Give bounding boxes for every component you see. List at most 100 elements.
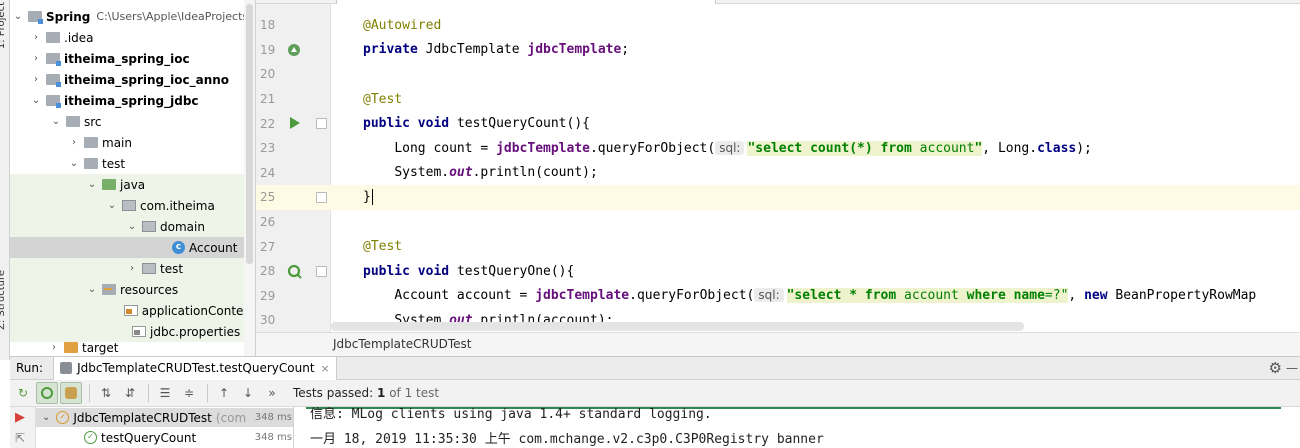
tree-item-idea[interactable]: › .idea: [10, 27, 255, 48]
chevron-right-icon[interactable]: ›: [30, 53, 42, 64]
code-line[interactable]: 19 private JdbcTemplate jdbcTemplate;: [256, 38, 1300, 63]
scrollbar-thumb[interactable]: [246, 4, 253, 264]
module-folder-icon: [46, 74, 61, 87]
chevron-down-icon[interactable]: ⌄: [50, 116, 62, 127]
code-line[interactable]: 22 public void testQueryCount(){: [256, 111, 1300, 136]
collapse-all-icon[interactable]: ≑: [178, 382, 200, 404]
test-case-row[interactable]: ✓ testQueryCount 348 ms: [36, 428, 293, 447]
show-passed-icon[interactable]: [36, 382, 58, 404]
tree-item-src[interactable]: ⌄ src: [10, 111, 255, 132]
parameter-hint: sql:: [754, 288, 784, 303]
folder-icon: [84, 137, 98, 148]
chevron-right-icon[interactable]: ›: [30, 74, 42, 85]
tree-item-account[interactable]: c Account: [10, 237, 255, 258]
tree-item-ioc-anno[interactable]: › itheima_spring_ioc_anno: [10, 69, 255, 90]
folder-icon: [84, 158, 98, 169]
breadcrumb[interactable]: JdbcTemplateCRUDTest: [256, 332, 1300, 356]
active-editor-tab-edge[interactable]: [336, 0, 716, 4]
fold-marker-icon[interactable]: [316, 192, 327, 204]
line-number: 18: [260, 18, 276, 33]
previous-icon[interactable]: ↑: [213, 382, 235, 404]
console-output[interactable]: 信息: MLog clients using java 1.4+ standar…: [294, 407, 1300, 448]
fold-marker-icon[interactable]: [316, 118, 327, 130]
package-icon: [142, 221, 156, 232]
tree-item-java[interactable]: ⌄ java: [10, 174, 255, 195]
project-path: C:\Users\Apple\IdeaProjects: [96, 10, 249, 23]
autowired-navigate-icon[interactable]: [286, 42, 302, 58]
module-folder-icon: [46, 53, 61, 66]
chevron-right-icon[interactable]: ›: [30, 32, 42, 43]
code-line[interactable]: 24 System.out.println(count);: [256, 161, 1300, 186]
export-icon[interactable]: ⇱: [15, 431, 25, 445]
tree-item-main[interactable]: › main: [10, 132, 255, 153]
parameter-hint: sql:: [715, 140, 745, 155]
rerun-icon[interactable]: ↻: [12, 382, 34, 404]
tree-item-com-itheima[interactable]: ⌄ com.itheima: [10, 195, 255, 216]
close-icon[interactable]: ×: [321, 362, 330, 375]
tree-item-target[interactable]: › target: [10, 337, 255, 356]
module-folder-icon: [46, 95, 61, 108]
editor-horizontal-scrollbar[interactable]: [331, 322, 1024, 331]
console-line: 信息: MLog clients using java 1.4+ standar…: [310, 407, 712, 422]
chevron-down-icon[interactable]: ⌄: [30, 95, 42, 106]
line-number: 19: [260, 42, 276, 57]
expand-all-icon[interactable]: ☰: [154, 382, 176, 404]
chevron-down-icon[interactable]: ⌄: [86, 179, 98, 190]
line-number: 29: [260, 288, 276, 303]
package-icon: [122, 200, 136, 211]
test-suite-row[interactable]: ⌄ ✓ JdbcTemplateCRUDTest (com 348 ms: [36, 408, 293, 427]
tree-item-application-context[interactable]: applicationContext: [10, 300, 255, 321]
tree-item-test-pkg[interactable]: › test: [10, 258, 255, 279]
test-config-icon: [60, 362, 73, 374]
more-icon[interactable]: »: [261, 382, 283, 404]
tree-item-jdbc[interactable]: ⌄ itheima_spring_jdbc: [10, 90, 255, 111]
chevron-down-icon[interactable]: ⌄: [126, 221, 138, 232]
chevron-down-icon[interactable]: ⌄: [42, 412, 50, 423]
stop-rerun-failed-icon[interactable]: ▶: [15, 410, 25, 425]
show-ignored-icon[interactable]: [60, 382, 82, 404]
run-tab[interactable]: JdbcTemplateCRUDTest.testQueryCount ×: [53, 356, 337, 380]
code-line[interactable]: 21 @Test: [256, 87, 1300, 112]
chevron-down-icon[interactable]: ⌄: [12, 11, 24, 22]
package-icon: [142, 263, 156, 274]
code-line-current[interactable]: 25 }: [256, 185, 1300, 210]
minimize-icon[interactable]: —: [1286, 361, 1298, 375]
code-line[interactable]: 20: [256, 62, 1300, 87]
code-line[interactable]: 28 public void testQueryOne(){: [256, 259, 1300, 284]
code-editor[interactable]: 18 @Autowired 19 private JdbcTemplate jd…: [255, 0, 1300, 356]
code-line[interactable]: 26: [256, 210, 1300, 235]
line-number: 25: [260, 190, 276, 205]
next-icon[interactable]: ↓: [237, 382, 259, 404]
code-line[interactable]: 18 @Autowired: [256, 13, 1300, 38]
sort-alpha-icon[interactable]: ⇅: [95, 382, 117, 404]
chevron-down-icon[interactable]: ⌄: [86, 284, 98, 295]
project-tree-scrollbar[interactable]: [244, 0, 255, 356]
folder-icon: [46, 32, 60, 43]
chevron-right-icon[interactable]: ›: [68, 137, 80, 148]
line-number: 28: [260, 264, 276, 279]
run-test-icon[interactable]: [286, 115, 302, 131]
line-number: 24: [260, 165, 276, 180]
xml-file-icon: [123, 305, 138, 316]
tree-item-resources[interactable]: ⌄ resources: [10, 279, 255, 300]
chevron-right-icon[interactable]: ›: [126, 263, 138, 274]
fold-marker-icon[interactable]: [316, 266, 327, 277]
code-line[interactable]: 29 Account account = jdbcTemplate.queryF…: [256, 284, 1300, 309]
tree-item-spring[interactable]: ⌄ Spring C:\Users\Apple\IdeaProjects: [10, 6, 255, 27]
test-status: Tests passed: 1 of 1 test: [293, 386, 440, 400]
tree-item-domain[interactable]: ⌄ domain: [10, 216, 255, 237]
test-source-folder-icon: [102, 179, 116, 190]
sort-duration-icon[interactable]: ⇵: [119, 382, 141, 404]
chevron-down-icon[interactable]: ⌄: [68, 158, 80, 169]
tree-item-ioc[interactable]: › itheima_spring_ioc: [10, 48, 255, 69]
folder-icon: [66, 116, 80, 127]
chevron-right-icon[interactable]: ›: [48, 342, 60, 353]
tree-item-test[interactable]: ⌄ test: [10, 153, 255, 174]
gear-icon[interactable]: ⚙: [1269, 359, 1282, 377]
chevron-down-icon[interactable]: ⌄: [106, 200, 118, 211]
code-line[interactable]: 27 @Test: [256, 234, 1300, 259]
rerun-test-icon[interactable]: [286, 263, 302, 279]
code-line[interactable]: 23 Long count = jdbcTemplate.queryForObj…: [256, 136, 1300, 161]
excluded-folder-icon: [64, 342, 78, 353]
left-tool-strip: 1: Project Z: Structure: [0, 0, 10, 360]
